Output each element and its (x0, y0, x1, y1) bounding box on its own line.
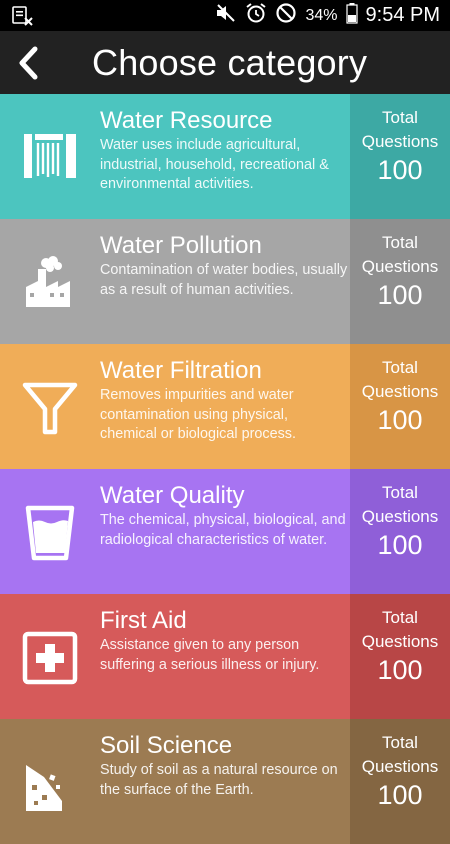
total-questions-label: Total Questions (361, 358, 439, 401)
category-soil-science[interactable]: Soil Science Study of soil as a natural … (0, 719, 450, 844)
alarm-icon (245, 2, 267, 29)
category-icon-area (0, 719, 100, 844)
notification-app-icon (12, 6, 34, 31)
total-questions-count: 100 (377, 530, 423, 560)
category-name: Soil Science (100, 732, 233, 759)
category-description: The chemical, physical, biological, and … (100, 512, 346, 548)
total-questions-label: Total Questions (361, 733, 439, 776)
category-water-pollution[interactable]: Water Pollution Contamination of water b… (0, 219, 450, 344)
total-questions-label: Total Questions (361, 483, 439, 526)
category-name: First Aid (100, 607, 187, 634)
category-water-filtration[interactable]: Water Filtration Removes impurities and … (0, 344, 450, 469)
category-text: Water Quality The chemical, physical, bi… (100, 469, 350, 594)
total-questions-panel: Total Questions 100 (350, 219, 450, 344)
category-icon-area (0, 219, 100, 344)
category-text: Water Pollution Contamination of water b… (100, 219, 350, 344)
category-description: Contamination of water bodies, usually a… (100, 262, 348, 298)
back-button[interactable] (12, 44, 50, 82)
category-name: Water Pollution (100, 232, 262, 259)
category-text: Soil Science Study of soil as a natural … (100, 719, 350, 844)
category-name: Water Quality (100, 482, 245, 509)
back-arrow-icon[interactable] (12, 46, 50, 86)
category-name: Water Resource (100, 107, 273, 134)
total-questions-panel: Total Questions 100 (350, 719, 450, 844)
category-icon-area (0, 94, 100, 219)
clock: 9:54 PM (365, 4, 440, 26)
do-not-disturb-icon (275, 2, 297, 29)
total-questions-label: Total Questions (361, 108, 439, 151)
total-questions-count: 100 (377, 405, 423, 435)
mute-icon (215, 3, 237, 28)
status-bar: 34% 9:54 PM (0, 0, 450, 31)
category-description: Removes impurities and water contaminati… (100, 387, 296, 442)
total-questions-count: 100 (377, 780, 423, 810)
battery-icon (345, 2, 358, 29)
category-water-quality[interactable]: Water Quality The chemical, physical, bi… (0, 469, 450, 594)
category-description: Study of soil as a natural resource on t… (100, 762, 338, 798)
category-water-resource[interactable]: Water Resource Water uses include agricu… (0, 94, 450, 219)
category-icon-area (0, 594, 100, 719)
total-questions-count: 100 (377, 280, 423, 310)
total-questions-count: 100 (377, 655, 423, 685)
total-questions-label: Total Questions (361, 233, 439, 276)
category-icon-area (0, 344, 100, 469)
category-text: Water Resource Water uses include agricu… (100, 94, 350, 219)
total-questions-label: Total Questions (361, 608, 439, 651)
category-text: Water Filtration Removes impurities and … (100, 344, 350, 469)
total-questions-panel: Total Questions 100 (350, 469, 450, 594)
total-questions-panel: Total Questions 100 (350, 594, 450, 719)
app-header: Choose category (0, 31, 450, 94)
category-list: Water Resource Water uses include agricu… (0, 94, 450, 844)
category-description: Water uses include agricultural, industr… (100, 137, 329, 192)
category-icon-area (0, 469, 100, 594)
total-questions-panel: Total Questions 100 (350, 94, 450, 219)
category-text: First Aid Assistance given to any person… (100, 594, 350, 719)
page-title: Choose category (92, 42, 368, 83)
category-first-aid[interactable]: First Aid Assistance given to any person… (0, 594, 450, 719)
category-name: Water Filtration (100, 357, 262, 384)
total-questions-count: 100 (377, 155, 423, 185)
total-questions-panel: Total Questions 100 (350, 344, 450, 469)
category-description: Assistance given to any person suffering… (100, 637, 320, 673)
battery-percent: 34% (305, 6, 338, 24)
